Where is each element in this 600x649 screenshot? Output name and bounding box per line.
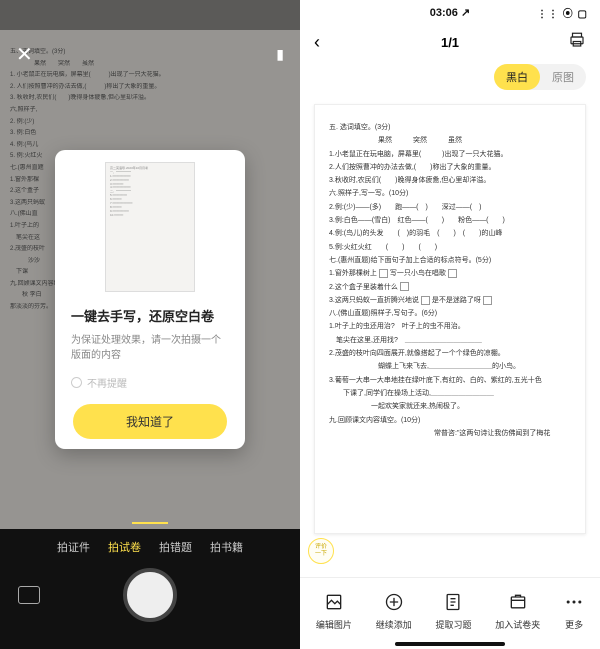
confirm-button[interactable]: 我知道了 (73, 404, 227, 439)
tutorial-modal: 高二英语导·2023年10月月考一、━━━━━1.━━━━━━━━━━2.━━━… (55, 150, 245, 449)
camera-tab[interactable]: 拍试卷 (108, 539, 141, 555)
close-icon[interactable]: ✕ (16, 42, 33, 67)
status-signal-icon: ⋮⋮ ⦿ ▢ (537, 5, 588, 20)
toolbar-icon (384, 592, 404, 614)
camera-tab[interactable]: 拍书籍 (210, 539, 243, 555)
toolbar-label: 提取习题 (435, 618, 471, 631)
modal-title: 一键去手写，还原空白卷 (71, 306, 229, 325)
camera-tab[interactable]: 拍错题 (159, 539, 192, 555)
home-indicator (395, 642, 505, 646)
bottom-toolbar: 编辑图片 继续添加 提取习题 加入试卷夹 更多 (300, 577, 600, 649)
modal-subtitle: 为保证处理效果，请一次拍摄一个版面的内容 (71, 333, 229, 363)
mode-segment: 黑白 原图 (494, 64, 586, 90)
shutter-button[interactable] (123, 568, 177, 622)
status-time: 03:06 ↗ (430, 6, 470, 19)
rate-badge-line2: 一下 (315, 551, 327, 558)
radio-empty-icon (71, 377, 82, 388)
scan-progress-indicator (132, 522, 168, 524)
header: ‹ 1/1 (300, 24, 600, 60)
modal-thumbnail: 高二英语导·2023年10月月考一、━━━━━1.━━━━━━━━━━2.━━━… (105, 162, 195, 292)
status-bar: 03:06 ↗ ⋮⋮ ⦿ ▢ (300, 0, 600, 24)
toolbar-item[interactable]: 编辑图片 (316, 592, 352, 631)
toolbar-item[interactable]: 继续添加 (376, 592, 412, 631)
processed-document: 五. 选词填空。(3分) 果然 突然 虽然1.小老鼠正在玩电脑，屏幕里( )出现… (314, 104, 586, 534)
flash-icon[interactable]: ▮ (276, 46, 284, 63)
toolbar-icon (564, 592, 584, 614)
camera-tab[interactable]: 拍证件 (57, 539, 90, 555)
toolbar-label: 加入试卷夹 (495, 618, 540, 631)
rate-badge[interactable]: 评价 一下 (308, 538, 334, 564)
toolbar-label: 编辑图片 (316, 618, 352, 631)
toolbar-icon (443, 592, 463, 614)
toolbar-label: 更多 (565, 618, 583, 631)
toolbar-item[interactable]: 更多 (564, 592, 584, 631)
back-icon[interactable]: ‹ (314, 32, 320, 53)
segment-original[interactable]: 原图 (540, 64, 586, 90)
page-indicator: 1/1 (441, 35, 459, 50)
toolbar-item[interactable]: 加入试卷夹 (495, 592, 540, 631)
rate-badge-line1: 评价 (315, 544, 327, 551)
gallery-icon[interactable] (18, 586, 40, 604)
toolbar-label: 继续添加 (376, 618, 412, 631)
dont-remind-label: 不再提醒 (87, 375, 127, 390)
print-icon[interactable] (568, 31, 586, 54)
camera-bottom-bar: 拍证件 拍试卷 拍错题 拍书籍 (0, 529, 300, 649)
dont-remind-checkbox[interactable]: 不再提醒 (71, 375, 229, 390)
camera-mode-tabs: 拍证件 拍试卷 拍错题 拍书籍 (0, 529, 300, 555)
toolbar-icon (508, 592, 528, 614)
toolbar-item[interactable]: 提取习题 (435, 592, 471, 631)
segment-bw[interactable]: 黑白 (494, 64, 540, 90)
toolbar-icon (324, 592, 344, 614)
